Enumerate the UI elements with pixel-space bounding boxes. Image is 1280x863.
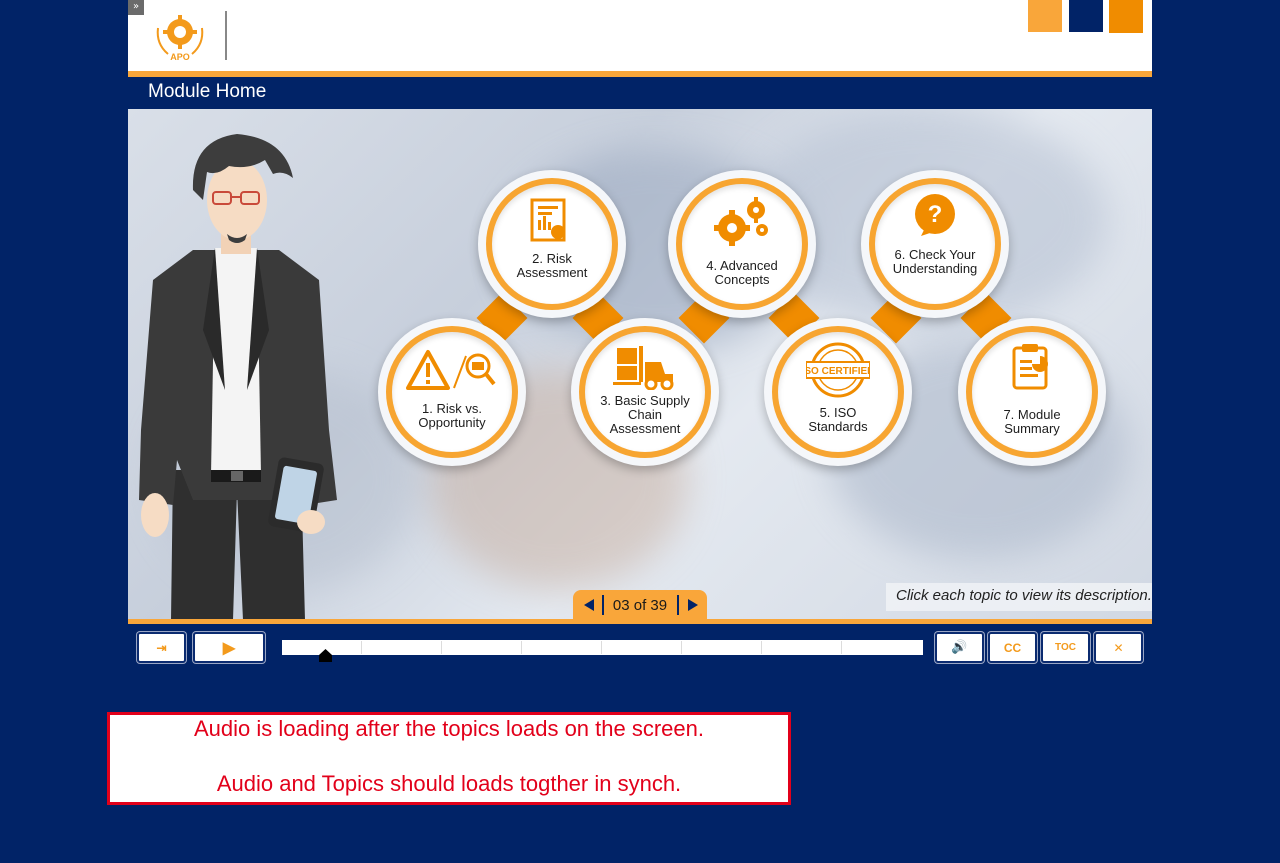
- fullscreen-button[interactable]: ✕: [1094, 632, 1143, 663]
- progress-tick: [521, 641, 522, 654]
- volume-button[interactable]: 🔊: [935, 632, 984, 663]
- progress-scrubber-handle[interactable]: [319, 649, 332, 662]
- progress-tick: [841, 641, 842, 654]
- header-divider: [225, 11, 227, 60]
- header-bar: [128, 0, 1152, 71]
- topic-label: 6. Check Your Understanding: [892, 247, 978, 276]
- topic-label: 7. Module Summary: [1003, 407, 1061, 436]
- iso-certified-stamp-icon: ISO CERTIFIED: [806, 342, 870, 398]
- svg-text:?: ?: [928, 201, 943, 228]
- topic-6-check-your-understanding[interactable]: ? 6. Check Your Understanding: [861, 170, 1009, 318]
- logo-text: APO: [170, 52, 190, 62]
- exit-button[interactable]: ⇥: [137, 632, 186, 663]
- hint-text: Click each topic to view its description…: [896, 587, 1152, 604]
- header-square-orange[interactable]: [1109, 0, 1143, 33]
- stage-accent-bar: [128, 619, 1152, 624]
- progress-track[interactable]: [282, 640, 923, 655]
- counter-divider: [602, 595, 604, 615]
- svg-text:ISO CERTIFIED: ISO CERTIFIED: [806, 366, 870, 377]
- progress-tick: [361, 641, 362, 654]
- question-bubble-icon: ?: [915, 194, 955, 236]
- topic-label: 3. Basic Supply Chain Assessment: [600, 393, 690, 436]
- topic-4-advanced-concepts[interactable]: 4. Advanced Concepts: [668, 170, 816, 318]
- counter-divider: [677, 595, 679, 615]
- progress-tick: [761, 641, 762, 654]
- header-square-light-orange[interactable]: [1028, 0, 1062, 32]
- progress-tick: [441, 641, 442, 654]
- topic-label: 5. ISO Standards: [808, 405, 868, 434]
- next-slide-button[interactable]: [684, 597, 702, 613]
- topic-1-risk-vs-opportunity[interactable]: 1. Risk vs. Opportunity: [378, 318, 526, 466]
- topic-label: 1. Risk vs. Opportunity: [418, 401, 486, 430]
- play-button[interactable]: ▶: [193, 632, 265, 663]
- progress-tick: [601, 641, 602, 654]
- title-bar: [128, 77, 1152, 109]
- slide-counter-text: 03 of 39: [612, 597, 668, 614]
- fullscreen-icon: ✕: [1113, 640, 1124, 655]
- page-title: Module Home: [148, 81, 267, 102]
- progress-tick: [681, 641, 682, 654]
- play-icon: ▶: [222, 639, 236, 657]
- gears-icon: [714, 197, 768, 246]
- presenter-character: [133, 130, 343, 620]
- closed-captions-button[interactable]: CC: [988, 632, 1037, 663]
- arrow-left-icon: [584, 599, 594, 611]
- topic-2-risk-assessment[interactable]: 2. Risk Assessment: [478, 170, 626, 318]
- forklift-icon: [613, 346, 674, 390]
- topic-label: 4. Advanced Concepts: [706, 258, 778, 287]
- topic-3-basic-supply-chain-assessment[interactable]: 3. Basic Supply Chain Assessment: [571, 318, 719, 466]
- cc-label: CC: [1003, 640, 1022, 655]
- topic-7-module-summary[interactable]: 7. Module Summary: [958, 318, 1106, 466]
- note-line-2: Audio and Topics should loads togther in…: [216, 771, 682, 796]
- speaker-icon: 🔊: [951, 640, 968, 655]
- header-square-navy[interactable]: [1069, 0, 1103, 32]
- topic-label: 2. Risk Assessment: [516, 251, 588, 280]
- note-line-1: Audio is loading after the topics loads …: [194, 716, 704, 741]
- arrow-right-icon: [688, 599, 698, 611]
- warning-magnifier-icon: [406, 350, 496, 390]
- collapse-toggle-icon[interactable]: »: [128, 0, 144, 15]
- apo-logo: APO: [150, 8, 210, 62]
- report-document-icon: [530, 198, 566, 242]
- table-of-contents-button[interactable]: TOC: [1041, 632, 1090, 663]
- topic-5-iso-standards[interactable]: ISO CERTIFIED 5. ISOStandards: [764, 318, 912, 466]
- exit-icon: ⇥: [156, 640, 167, 655]
- clipboard-chart-icon: [1012, 344, 1048, 390]
- toc-label: TOC: [1055, 642, 1076, 653]
- previous-slide-button[interactable]: [580, 597, 598, 613]
